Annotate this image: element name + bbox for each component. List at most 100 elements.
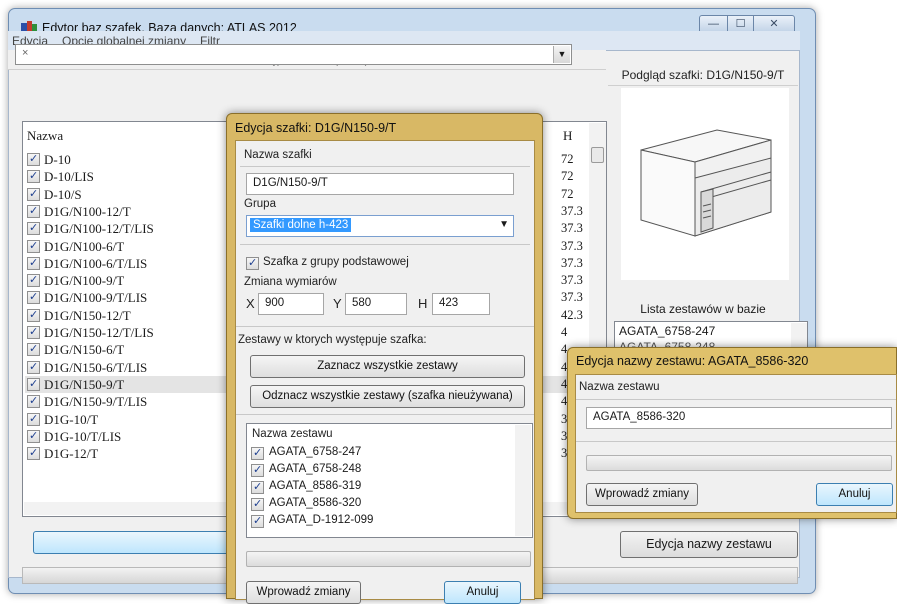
preview-header: Podgląd szafki: D1G/N150-9/T: [608, 66, 798, 86]
h-dimension-input[interactable]: 423: [432, 293, 490, 315]
row-checkbox[interactable]: [27, 256, 40, 270]
row-h: 37.3: [561, 238, 583, 253]
dialog-title: Edycja nazwy zestawu: AGATA_8586-320: [576, 354, 809, 368]
row-checkbox[interactable]: [27, 377, 40, 391]
row-name: D1G/N150-9/T: [44, 376, 125, 392]
filter-combo[interactable]: × ▼: [15, 44, 572, 65]
row-name: D1G/N100-6/T: [44, 238, 125, 254]
set-checkbox[interactable]: [251, 446, 264, 460]
x-dimension-input[interactable]: 900: [258, 293, 324, 315]
deselect-all-sets-button[interactable]: Odznacz wszystkie zestawy (szafka nieuży…: [250, 385, 525, 408]
cabinet-drawing: [640, 129, 772, 237]
row-name: D1G/N150-12/T/LIS: [44, 325, 154, 340]
set-name: AGATA_8586-319: [269, 480, 362, 492]
chevron-down-icon[interactable]: ▼: [553, 46, 570, 63]
sets-containing-label: Zestawy w ktorych występuje szafka:: [238, 334, 427, 346]
column-header-name[interactable]: Nazwa: [27, 128, 63, 144]
cabinet-name-input[interactable]: D1G/N150-9/T: [246, 173, 514, 195]
set-name: AGATA_6758-248: [269, 463, 362, 475]
y-label: Y: [333, 296, 342, 311]
row-name: D1G/N150-6/T/LIS: [44, 359, 148, 375]
h-label: H: [418, 296, 428, 311]
dialog-progress-bar: [586, 455, 892, 471]
row-h: 72: [561, 169, 574, 184]
set-name: AGATA_6758-247: [269, 446, 362, 458]
cabinet-name-label: Nazwa szafki: [244, 149, 312, 161]
row-name: D-10/LIS: [44, 169, 94, 185]
base-group-checkbox[interactable]: [246, 256, 259, 270]
select-all-sets-button[interactable]: Zaznacz wszystkie zestawy: [250, 355, 525, 378]
row-checkbox[interactable]: [27, 360, 40, 374]
row-name: D1G/N100-6/T/LIS: [44, 255, 148, 271]
set-checkbox[interactable]: [251, 480, 264, 494]
row-name: D1G-10/T: [44, 411, 99, 427]
row-checkbox[interactable]: [27, 394, 40, 409]
column-header-set-name[interactable]: Nazwa zestawu: [252, 428, 333, 440]
row-name: D1G-10/T/LIS: [44, 428, 122, 444]
set-name-edit-dialog: Edycja nazwy zestawu: AGATA_8586-320 Naz…: [567, 347, 897, 519]
row-name: D1G/N150-9/T/LIS: [44, 394, 148, 410]
set-name-label: Nazwa zestawu: [579, 381, 660, 393]
set-checkbox[interactable]: [251, 497, 264, 511]
edit-set-name-button[interactable]: Edycja nazwy zestawu: [620, 531, 798, 558]
row-name: D1G-12/T: [44, 446, 99, 462]
y-dimension-input[interactable]: 580: [345, 293, 407, 315]
row-checkbox[interactable]: [27, 204, 40, 218]
row-checkbox[interactable]: [27, 239, 40, 253]
cabinet-edit-dialog: Edycja szafki: D1G/N150-9/T Nazwa szafki…: [226, 113, 543, 604]
row-checkbox[interactable]: [27, 290, 40, 305]
row-checkbox[interactable]: [27, 429, 40, 443]
set-name-input[interactable]: AGATA_8586-320: [586, 407, 892, 429]
filter-value: ×: [22, 47, 29, 59]
dialog-body: Nazwa szafki D1G/N150-9/T Grupa Szafki d…: [235, 140, 535, 604]
list-item[interactable]: AGATA_6758-247: [619, 324, 715, 338]
row-checkbox[interactable]: [27, 446, 40, 461]
chevron-down-icon[interactable]: ▼: [499, 219, 509, 230]
row-h: 37.3: [561, 290, 583, 305]
row-h: 37.3: [561, 221, 583, 236]
x-label: X: [246, 296, 255, 311]
row-checkbox[interactable]: [27, 412, 40, 426]
scrollbar-thumb[interactable]: [591, 147, 604, 163]
cabinet-preview-image: [621, 88, 789, 280]
group-label: Grupa: [244, 198, 276, 210]
dialog-title: Edycja szafki: D1G/N150-9/T: [235, 121, 397, 135]
row-h: 72: [561, 186, 574, 201]
cancel-button[interactable]: Anuluj: [444, 581, 521, 604]
row-checkbox[interactable]: [27, 273, 40, 288]
base-group-checkbox-label: Szafka z grupy podstawowej: [263, 256, 409, 268]
dialog-progress-bar: [246, 551, 531, 567]
row-name: D1G/N100-12/T/LIS: [44, 221, 154, 237]
apply-changes-button[interactable]: Wprowadź zmiany: [246, 581, 361, 604]
set-checkbox[interactable]: [251, 463, 264, 477]
set-name: AGATA_D-1912-099: [269, 514, 374, 526]
cabinet-sets-list[interactable]: Nazwa zestawu AGATA_6758-247 AGATA_6758-…: [246, 423, 533, 538]
main-action-button[interactable]: [33, 531, 233, 554]
row-h: 37.3: [561, 203, 583, 218]
column-header-h[interactable]: H: [563, 128, 572, 144]
group-select[interactable]: Szafki dolne h-423 ▼: [246, 215, 514, 237]
cancel-button[interactable]: Anuluj: [816, 483, 893, 506]
row-name: D-10/S: [44, 186, 82, 202]
row-h: 72: [561, 152, 574, 166]
apply-changes-button[interactable]: Wprowadź zmiany: [586, 483, 698, 506]
group-select-value: Szafki dolne h-423: [250, 218, 352, 232]
row-checkbox[interactable]: [27, 152, 40, 166]
row-h: 42.3: [561, 307, 583, 322]
row-checkbox[interactable]: [27, 308, 40, 322]
row-checkbox[interactable]: [27, 169, 40, 184]
row-checkbox[interactable]: [27, 325, 40, 339]
row-name: D-10: [44, 152, 71, 167]
set-name: AGATA_8586-320: [269, 497, 362, 509]
row-h: 4: [561, 325, 568, 339]
sets-list-label: Lista zestawów w bazie: [640, 302, 766, 316]
row-h: 37.3: [561, 255, 583, 270]
row-name: D1G/N100-9/T: [44, 273, 125, 289]
row-checkbox[interactable]: [27, 342, 40, 357]
dimension-change-label: Zmiana wymiarów: [244, 276, 337, 288]
sets-scrollbar[interactable]: [515, 425, 531, 536]
row-checkbox[interactable]: [27, 187, 40, 201]
set-checkbox[interactable]: [251, 514, 264, 528]
row-h: 37.3: [561, 273, 583, 288]
row-checkbox[interactable]: [27, 221, 40, 236]
